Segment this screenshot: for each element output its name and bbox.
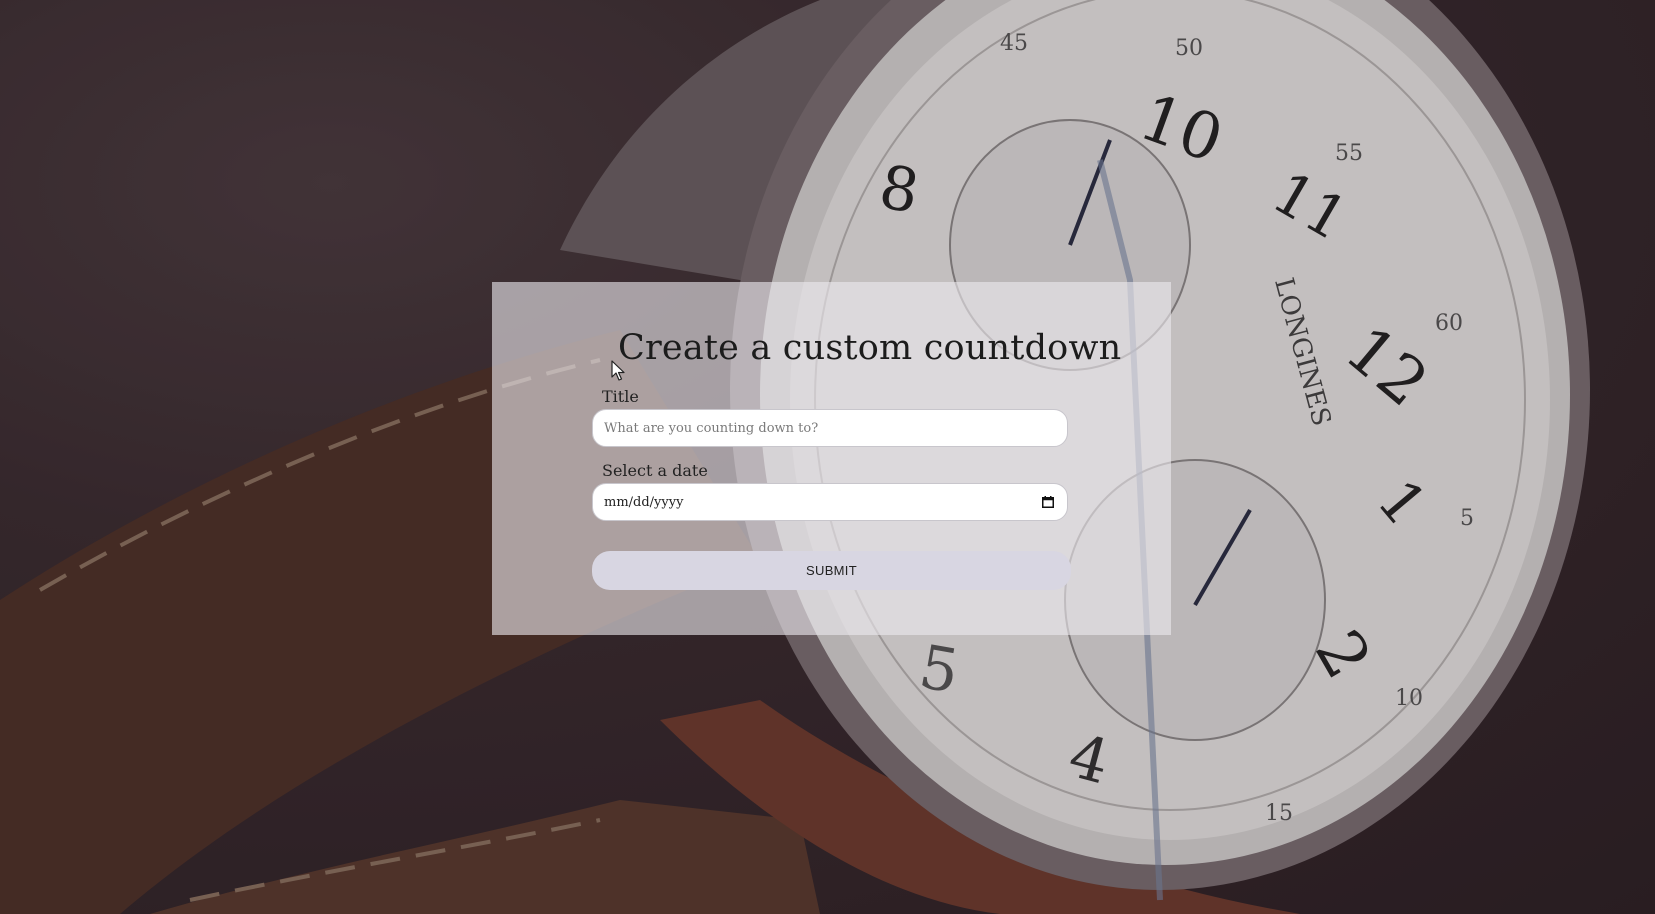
page-title: Create a custom countdown <box>618 328 1122 368</box>
date-input-value: mm/dd/yyyy <box>604 494 684 510</box>
date-label: Select a date <box>602 461 708 480</box>
submit-button[interactable]: SUBMIT <box>592 551 1071 590</box>
calendar-icon[interactable] <box>1042 496 1054 508</box>
title-label: Title <box>602 387 639 406</box>
mouse-pointer-icon <box>611 360 625 381</box>
countdown-form-panel: Create a custom countdown Title What are… <box>492 282 1171 635</box>
title-input-placeholder: What are you counting down to? <box>604 420 819 436</box>
title-input[interactable]: What are you counting down to? <box>592 409 1068 447</box>
date-input[interactable]: mm/dd/yyyy <box>592 483 1068 521</box>
